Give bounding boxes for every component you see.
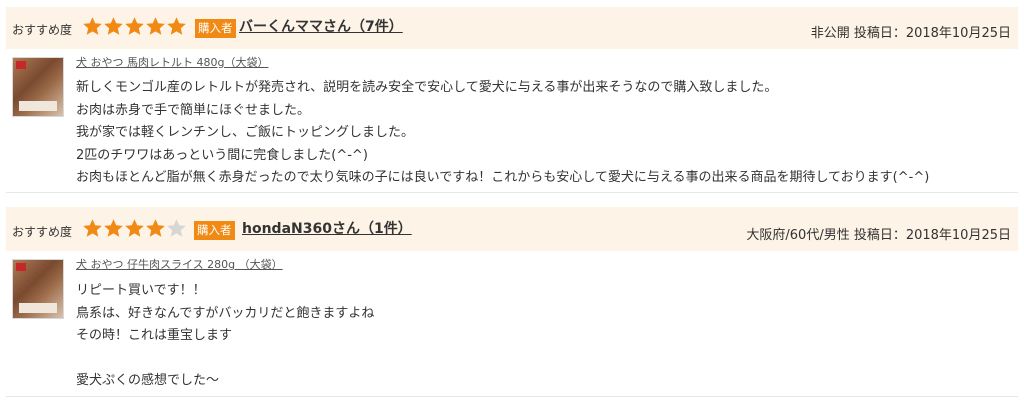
review-meta: 大阪府/60代/男性 投稿日：2018年10月25日 — [746, 228, 1011, 243]
package-label — [19, 303, 57, 313]
star-filled-icon — [145, 218, 166, 240]
product-thumbnail[interactable] — [12, 259, 64, 319]
star-filled-icon — [166, 16, 187, 38]
review-text-line: 2匹のチワワはあっという間に完食しました(^-^) — [76, 147, 368, 163]
star-filled-icon — [82, 16, 103, 38]
review-body: 新しくモンゴル産のレトルトが発売され、説明を読み安全で安心して愛犬に与える事が出… — [76, 77, 1011, 190]
review-text-line: 鳥系は、好きなんですがバッカリだと飽きますよね — [76, 305, 375, 321]
review-header: おすすめ度 購入者 バーくんママさん（7件） 非公開 投稿日：2018年10月2… — [6, 7, 1018, 49]
reviewer-name-link[interactable]: バーくんママさん（7件） — [239, 16, 403, 36]
star-empty-icon — [166, 218, 187, 240]
star-filled-icon — [124, 218, 145, 240]
review-text-line: その時！これは重宝します — [76, 328, 233, 343]
reviewer-name-link[interactable]: hondaN360さん（1件） — [242, 218, 412, 238]
recommend-label: おすすめ度 — [12, 225, 73, 239]
star-filled-icon — [82, 218, 103, 240]
review-body: リピート買いです！！ 鳥系は、好きなんですがバッカリだと飽きますよね その時！こ… — [76, 280, 1011, 393]
review-text-line: お肉もほとんど脂が無く赤身だったので太り気味の子には良いですね！これからも安心し… — [76, 170, 930, 185]
brand-logo-icon — [16, 263, 26, 271]
review-meta: 非公開 投稿日：2018年10月25日 — [810, 26, 1011, 41]
rating-stars — [82, 16, 187, 40]
review-text-line — [76, 348, 1011, 371]
review-header: おすすめ度 購入者 hondaN360さん（1件） 大阪府/60代/男性 投稿日… — [6, 207, 1018, 251]
star-filled-icon — [145, 16, 166, 38]
product-thumbnail[interactable] — [12, 57, 64, 117]
purchaser-badge: 購入者 — [195, 19, 236, 38]
review-text-line: 愛犬ぷくの感想でした～ — [76, 373, 220, 388]
review-text-line: リピート買いです！！ — [76, 283, 206, 298]
product-link[interactable]: 犬 おやつ 馬肉レトルト 480g（大袋） — [76, 54, 268, 70]
brand-logo-icon — [16, 61, 26, 69]
review-item: おすすめ度 購入者 hondaN360さん（1件） 大阪府/60代/男性 投稿日… — [6, 207, 1018, 397]
star-filled-icon — [124, 16, 145, 38]
star-filled-icon — [103, 218, 124, 240]
star-filled-icon — [103, 16, 124, 38]
review-text-line: 新しくモンゴル産のレトルトが発売され、説明を読み安全で安心して愛犬に与える事が出… — [76, 80, 778, 95]
review-text-line: 我が家では軽くレンチンし、ご飯にトッピングしました。 — [76, 125, 415, 140]
review-text-line: お肉は赤身で手で簡単にほぐせました。 — [76, 102, 311, 118]
recommend-label: おすすめ度 — [12, 23, 73, 37]
review-item: おすすめ度 購入者 バーくんママさん（7件） 非公開 投稿日：2018年10月2… — [6, 7, 1018, 193]
package-label — [19, 101, 57, 111]
rating-stars — [82, 218, 187, 242]
review-list: おすすめ度 購入者 バーくんママさん（7件） 非公開 投稿日：2018年10月2… — [0, 0, 1024, 401]
product-link[interactable]: 犬 おやつ 仔牛肉スライス 280g （大袋） — [76, 256, 283, 272]
purchaser-badge: 購入者 — [194, 221, 235, 240]
